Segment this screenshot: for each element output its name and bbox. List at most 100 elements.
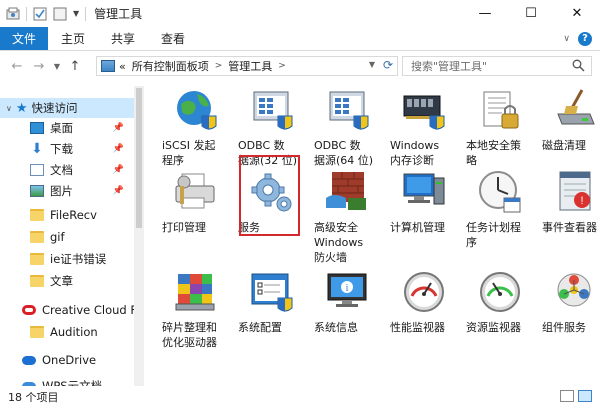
address-bar[interactable]: « 所有控制面板项 > 管理工具 > ▼ ⟳ — [96, 56, 398, 76]
sidebar-item-label: 文档 — [50, 163, 73, 177]
file-item-print-management[interactable]: 打印管理 — [160, 168, 236, 235]
file-item-label: 事件查看器 — [542, 221, 597, 234]
sidebar-item-creative-cloud[interactable]: Creative Cloud Fil — [0, 300, 143, 320]
folder-icon — [30, 326, 44, 338]
breadcrumb-separator-icon[interactable]: > — [215, 61, 223, 71]
file-item-resource-monitor[interactable]: 资源监视器 — [464, 268, 540, 335]
sidebar-item-gif[interactable]: gif — [0, 227, 65, 247]
system-configuration-icon — [251, 273, 293, 312]
sidebar-item-downloads[interactable]: ⬇ 下载 📌 — [0, 139, 134, 159]
file-item-system-information[interactable]: i 系统信息 — [312, 268, 388, 335]
details-view-icon[interactable] — [560, 390, 574, 402]
item-count: 18 个项目 — [8, 391, 59, 404]
tab-share[interactable]: 共享 — [98, 27, 148, 50]
services-highlight-box — [239, 155, 300, 236]
maximize-button[interactable]: ☐ — [508, 0, 554, 27]
sidebar-item-wps-cloud[interactable]: WPS云文档 — [0, 376, 102, 386]
file-item-component-services[interactable]: 组件服务 — [540, 268, 600, 335]
svg-text:!: ! — [580, 195, 583, 207]
file-item-memory-diagnostic[interactable]: Windows 内存诊断 — [388, 86, 464, 168]
local-security-policy-icon — [483, 91, 519, 129]
iscsi-globe-icon — [177, 91, 217, 130]
file-item-performance-monitor[interactable]: 性能监视器 — [388, 268, 464, 335]
back-button[interactable]: ← — [6, 59, 28, 74]
onedrive-icon — [22, 355, 36, 365]
file-item-defragment[interactable]: 碎片整理和 优化驱动器 — [160, 268, 236, 350]
breadcrumb-admin-tools[interactable]: 管理工具 — [228, 58, 272, 74]
sidebar-item-quick-access[interactable]: ∨ ★ 快速访问 — [0, 98, 134, 118]
sidebar-item-documents[interactable]: 文档 📌 — [0, 160, 134, 180]
tab-home[interactable]: 主页 — [48, 27, 98, 50]
up-button[interactable]: ↑ — [64, 59, 86, 74]
folder-icon — [30, 209, 44, 221]
minimize-button[interactable]: — — [462, 0, 508, 27]
file-item-event-viewer[interactable]: ! 事件查看器 — [540, 168, 600, 235]
sidebar-item-label: 桌面 — [50, 121, 73, 135]
pin-icon[interactable]: 📌 — [113, 123, 124, 133]
sidebar-item-articles[interactable]: 文章 — [0, 271, 73, 291]
file-item-firewall[interactable]: 高级安全 Windows 防火墙 — [312, 168, 388, 265]
file-item-system-configuration[interactable]: 系统配置 — [236, 268, 312, 335]
file-item-label: 资源监视器 — [466, 321, 521, 334]
file-item-label: 本地安全策 略 — [466, 139, 521, 167]
breadcrumb-overflow[interactable]: « — [119, 60, 126, 73]
tab-view[interactable]: 查看 — [148, 27, 198, 50]
system-information-icon: i — [327, 273, 367, 307]
search-icon — [572, 59, 585, 72]
close-button[interactable]: ✕ — [554, 0, 600, 27]
recent-locations-dropdown[interactable]: ▼ — [50, 62, 64, 71]
refresh-icon[interactable]: ⟳ — [383, 58, 393, 72]
defragment-icon — [175, 274, 215, 311]
breadcrumb-control-panel[interactable]: 所有控制面板项 — [132, 58, 209, 74]
file-item-computer-management[interactable]: 计算机管理 — [388, 168, 464, 235]
file-item-label: 任务计划程 序 — [466, 221, 521, 249]
sidebar-item-pictures[interactable]: 图片 📌 — [0, 181, 134, 201]
window-controls: — ☐ ✕ — [462, 0, 600, 27]
ribbon-tabs: 文件 主页 共享 查看 ∨ ? — [0, 27, 600, 51]
checkbox-properties-icon[interactable] — [33, 7, 47, 21]
tab-file[interactable]: 文件 — [0, 27, 48, 50]
properties-icon[interactable] — [6, 7, 20, 21]
document-icon — [30, 164, 44, 176]
sidebar-item-label: 快速访问 — [31, 101, 78, 115]
file-item-label: 系统配置 — [238, 321, 282, 334]
file-item-odbc-64[interactable]: ODBC 数 据源(64 位) — [312, 86, 388, 168]
sidebar-item-audition[interactable]: Audition — [0, 322, 98, 342]
file-item-label: 磁盘清理 — [542, 139, 586, 152]
control-panel-icon — [101, 60, 115, 72]
quick-access-toolbar: ▼ — [6, 6, 92, 21]
search-box[interactable]: 搜索"管理工具" — [402, 56, 592, 76]
help-icon[interactable]: ? — [578, 31, 592, 46]
sidebar-item-label: Creative Cloud Fil — [42, 303, 143, 317]
file-item-disk-cleanup[interactable]: 磁盘清理 — [540, 86, 600, 153]
sidebar-item-filerecv[interactable]: FileRecv — [0, 205, 97, 225]
ribbon-right: ∨ ? — [563, 27, 600, 50]
odbc-32-icon — [253, 91, 293, 130]
file-item-iscsi[interactable]: iSCSI 发起 程序 — [160, 86, 236, 168]
customize-toolbar-dropdown[interactable]: ▼ — [73, 9, 79, 18]
sidebar-item-ie-cert-error[interactable]: ie证书错误 — [0, 249, 106, 269]
file-item-local-security-policy[interactable]: 本地安全策 略 — [464, 86, 540, 168]
pin-icon[interactable]: 📌 — [113, 144, 124, 154]
resource-monitor-icon — [480, 272, 520, 312]
expand-ribbon-chevron-icon[interactable]: ∨ — [563, 34, 570, 44]
file-item-label: 高级安全 Windows 防火墙 — [314, 221, 364, 264]
folder-icon — [30, 231, 44, 243]
address-history-dropdown[interactable]: ▼ — [369, 60, 375, 69]
pin-icon[interactable]: 📌 — [113, 165, 124, 175]
expand-chevron-icon[interactable]: ∨ — [6, 104, 12, 113]
computer-management-icon — [403, 173, 445, 205]
forward-button[interactable]: → — [28, 59, 50, 74]
pin-icon[interactable]: 📌 — [113, 186, 124, 196]
new-folder-icon[interactable] — [53, 7, 67, 21]
breadcrumb-separator-icon[interactable]: > — [278, 61, 286, 71]
sidebar-item-desktop[interactable]: 桌面 📌 — [0, 118, 134, 138]
task-scheduler-icon — [479, 171, 521, 213]
sidebar-scrollbar[interactable] — [134, 86, 144, 386]
large-icons-view-icon[interactable] — [578, 390, 592, 402]
sidebar-item-label: ie证书错误 — [50, 252, 107, 266]
folder-icon — [30, 275, 44, 287]
file-item-task-scheduler[interactable]: 任务计划程 序 — [464, 168, 540, 250]
sidebar-item-onedrive[interactable]: OneDrive — [0, 350, 96, 370]
scrollbar-thumb[interactable] — [136, 88, 142, 228]
